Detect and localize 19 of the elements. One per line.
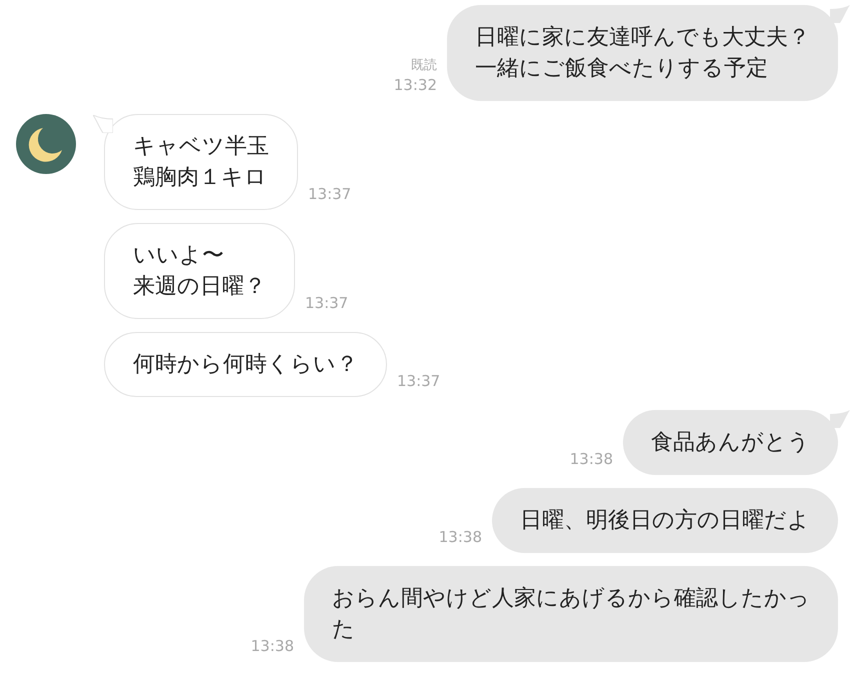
message-text: 鶏胸肉１キロ	[133, 164, 268, 192]
message-time: 13:38	[570, 449, 613, 469]
read-receipt: 既読	[411, 57, 437, 75]
message-text: 食品あんがとう	[651, 429, 810, 457]
message-text: 一緒にご飯食べたりする予定	[475, 55, 769, 83]
message-time: 13:37	[308, 184, 352, 204]
message-time: 13:38	[250, 636, 294, 656]
message-time: 13:38	[438, 527, 482, 547]
message-text: た	[332, 616, 356, 644]
message-text: 日曜に家に友達呼んでも大丈夫？	[475, 24, 810, 52]
message-text: いいよ〜	[133, 242, 225, 270]
message-time: 13:32	[394, 75, 437, 95]
message-time: 13:37	[305, 293, 348, 313]
message-text: キャベツ半玉	[133, 133, 269, 161]
message-text: 何時から何時くらい？	[133, 351, 358, 379]
message-text: 来週の日曜？	[133, 273, 266, 301]
message-text: おらん間やけど人家にあげるから確認したかっ	[332, 585, 810, 613]
message-time: 13:37	[397, 371, 440, 391]
message-text: 日曜、明後日の方の日曜だよ	[520, 507, 810, 535]
